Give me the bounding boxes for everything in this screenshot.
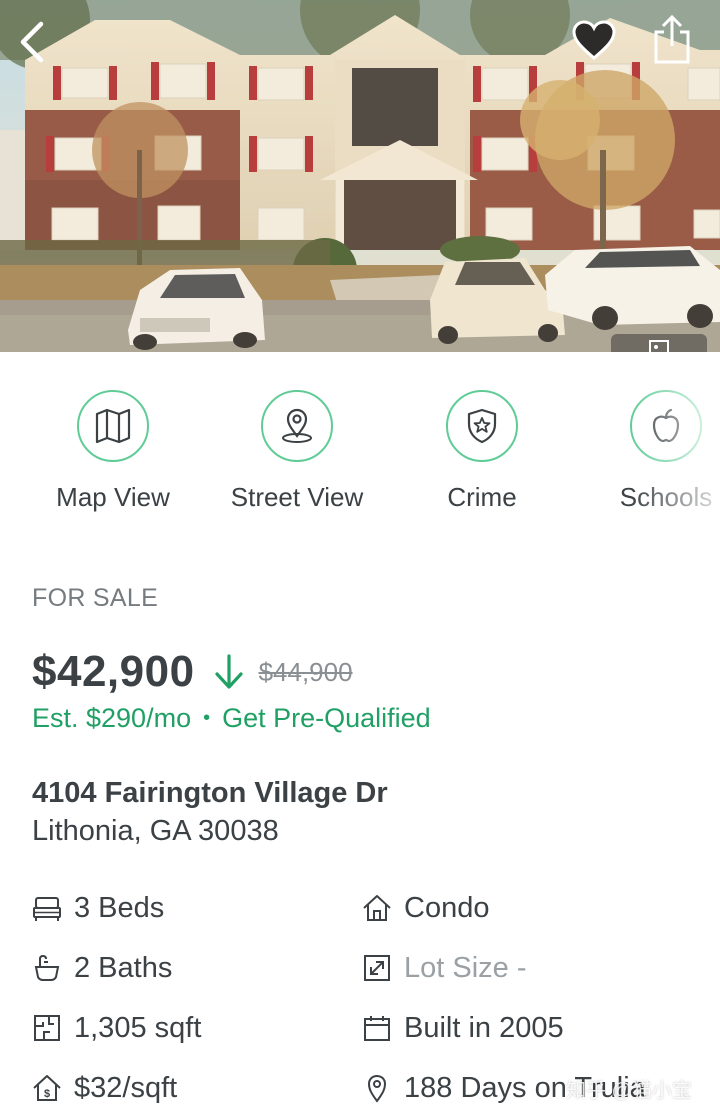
- price-row: $42,900 $44,900: [32, 644, 353, 700]
- location-pin-icon: [367, 1074, 387, 1103]
- photo-icon: [649, 340, 669, 352]
- fact-lot-size: Lot Size -: [360, 945, 527, 991]
- schools-button[interactable]: Schools: [574, 372, 720, 513]
- map-icon: [95, 408, 131, 444]
- favorite-button[interactable]: [566, 14, 622, 66]
- street-view-button[interactable]: Street View: [205, 372, 389, 513]
- bed-icon: [33, 897, 61, 921]
- share-icon: [654, 14, 690, 64]
- arrow-down-icon: [214, 654, 243, 689]
- pre-qualified-link[interactable]: Get Pre-Qualified: [222, 703, 431, 734]
- map-pin-icon: [282, 408, 312, 443]
- schools-label: Schools: [619, 482, 713, 512]
- fact-price-per-sqft-text: $32/sqft: [74, 1071, 178, 1104]
- back-button[interactable]: [8, 14, 56, 70]
- fact-property-type-text: Condo: [404, 891, 490, 924]
- expand-icon: [364, 955, 390, 981]
- street-address: 4104 Fairington Village Dr: [32, 777, 388, 809]
- fact-sqft-text: 1,305 sqft: [74, 1011, 202, 1044]
- fact-price-per-sqft: $ $32/sqft: [30, 1065, 177, 1111]
- price-house-icon: $: [33, 1075, 61, 1101]
- schools-circle: [630, 390, 702, 462]
- fact-baths: 2 Baths: [30, 945, 172, 991]
- listing-price: $42,900: [32, 647, 195, 696]
- heart-icon: [572, 20, 616, 60]
- map-view-circle: [77, 390, 149, 462]
- fact-lot-size-text: Lot Size -: [404, 951, 527, 984]
- svg-text:$: $: [44, 1088, 50, 1100]
- fact-property-type: Condo: [360, 885, 489, 931]
- map-view-button[interactable]: Map View: [21, 372, 205, 513]
- fact-sqft: 1,305 sqft: [30, 1005, 201, 1051]
- crime-button[interactable]: Crime: [390, 372, 574, 513]
- fact-days-on-market-text: 188 Days on Trulia: [404, 1071, 646, 1104]
- chevron-left-icon: [20, 21, 44, 63]
- street-view-label: Street View: [230, 482, 364, 512]
- street-view-circle: [261, 390, 333, 462]
- price-drop-indicator: [213, 652, 245, 692]
- monthly-estimate-link[interactable]: Est. $290/mo: [32, 703, 191, 734]
- apple-icon: [652, 408, 680, 443]
- floorplan-icon: [34, 1015, 60, 1041]
- separator-dot: •: [203, 707, 211, 729]
- share-button[interactable]: [644, 10, 700, 70]
- calendar-icon: [364, 1016, 390, 1041]
- city-state-zip: Lithonia, GA 30038: [32, 815, 279, 847]
- listing-photo[interactable]: [0, 0, 720, 352]
- original-price: $44,900: [258, 656, 353, 687]
- fact-year-built-text: Built in 2005: [404, 1011, 564, 1044]
- house-icon: [363, 895, 391, 921]
- crime-circle: [446, 390, 518, 462]
- listing-status: FOR SALE: [32, 584, 159, 612]
- map-view-label: Map View: [56, 482, 170, 512]
- photo-count-badge[interactable]: [611, 334, 707, 352]
- fact-year-built: Built in 2005: [360, 1005, 564, 1051]
- fact-beds: 3 Beds: [30, 885, 164, 931]
- payment-estimate-row: Est. $290/mo • Get Pre-Qualified: [32, 703, 431, 734]
- fact-beds-text: 3 Beds: [74, 891, 165, 924]
- shield-star-icon: [467, 408, 497, 444]
- bath-icon: [34, 954, 60, 981]
- fact-days-on-market: 188 Days on Trulia: [360, 1065, 646, 1111]
- crime-label: Crime: [447, 482, 517, 512]
- fact-baths-text: 2 Baths: [74, 951, 173, 984]
- quick-actions-row: Map View Street View Crime Schools: [0, 372, 720, 522]
